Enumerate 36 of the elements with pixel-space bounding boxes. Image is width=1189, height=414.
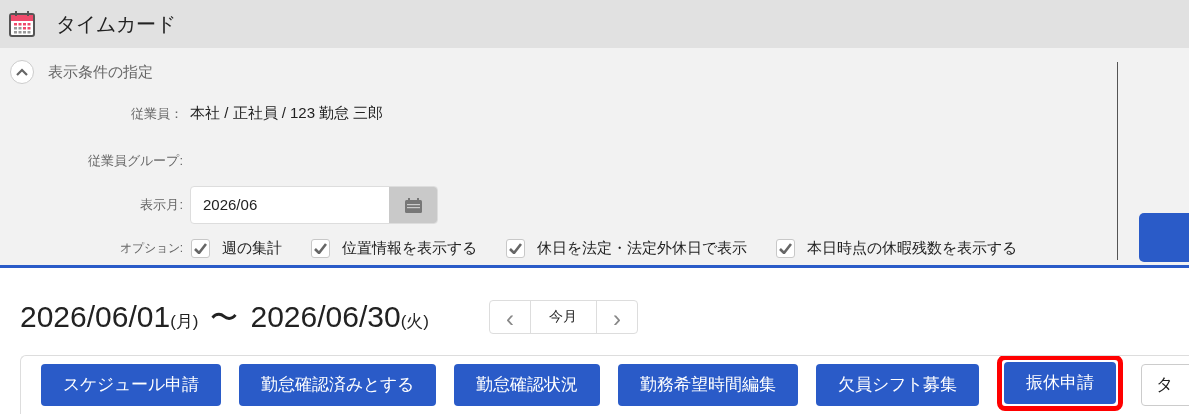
section-title: 表示条件の指定 <box>48 61 153 82</box>
collapse-toggle[interactable] <box>10 60 34 84</box>
range-separator: 〜 <box>210 301 239 335</box>
month-field[interactable]: 2026/06 <box>190 186 438 224</box>
page-title: タイムカード <box>56 12 176 37</box>
toolbar-button[interactable]: 振休申請 <box>1004 362 1116 404</box>
chevron-icon <box>16 68 28 76</box>
option-label: 位置情報を表示する <box>342 238 477 258</box>
toolbar-button[interactable]: スケジュール申請 <box>41 364 221 406</box>
option-label: 休日を法定・法定外休日で表示 <box>537 238 747 258</box>
checkbox[interactable] <box>191 238 210 258</box>
option-label: 週の集計 <box>222 238 282 258</box>
toolbar-button[interactable]: タ <box>1141 364 1189 406</box>
field-label: 従業員グループ: <box>87 151 183 170</box>
next-button[interactable]: › <box>595 300 637 333</box>
field-label: オプション: <box>118 240 183 258</box>
period-start: 2026/06/01 <box>20 299 171 335</box>
toolbar-button[interactable]: 勤怠確認済みとする <box>239 364 436 406</box>
field-label: 従業員： <box>130 104 183 123</box>
previous-button[interactable]: ‹ <box>489 300 531 333</box>
calendar-button[interactable] <box>389 187 437 223</box>
period-end: 2026/06/30 <box>250 299 401 335</box>
toolbar-button[interactable]: 勤務希望時間編集 <box>618 364 798 406</box>
weekday: (火) <box>400 312 429 333</box>
calendar-icon <box>404 197 422 213</box>
checkbox[interactable] <box>506 238 525 258</box>
toolbar-button[interactable]: 欠員シフト募集 <box>816 364 979 406</box>
toolbar-button[interactable]: 勤怠確認状況 <box>454 364 600 406</box>
checkbox[interactable] <box>311 238 330 258</box>
current-month-button[interactable]: 今月 <box>530 300 596 333</box>
option-label: 本日時点の休暇残数を表示する <box>807 238 1017 258</box>
calendar-icon <box>9 11 35 37</box>
checkbox[interactable] <box>776 238 795 258</box>
weekday: (月) <box>170 311 199 333</box>
field-label: 表示月: <box>139 196 183 215</box>
employee-value: 本社 / 正社員 / 123 勤怠 三郎 <box>190 103 384 123</box>
